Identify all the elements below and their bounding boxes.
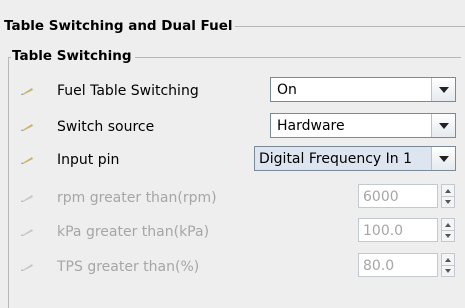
input-pin-label: Input pin — [57, 152, 120, 168]
switch-source-label: Switch source — [57, 119, 155, 135]
panel-title-divider — [235, 26, 465, 27]
fuel-table-switching-value: On — [277, 82, 297, 98]
rpm-greater-than-label: rpm greater than(rpm) — [57, 190, 217, 206]
chevron-down-icon[interactable] — [431, 78, 455, 101]
spinner-down-icon[interactable] — [442, 230, 454, 242]
chevron-down-icon[interactable] — [431, 147, 455, 170]
tps-greater-than-label: TPS greater than(%) — [57, 259, 200, 275]
switch-source-value: Hardware — [277, 118, 345, 134]
help-pencil-icon — [21, 195, 33, 202]
help-pencil-icon[interactable] — [20, 155, 34, 165]
tps-greater-than-value: 80.0 — [363, 258, 395, 274]
tps-spinner-buttons[interactable] — [441, 253, 455, 277]
spinner-up-icon[interactable] — [442, 219, 454, 230]
help-pencil-icon[interactable] — [20, 86, 34, 96]
spinner-down-icon[interactable] — [442, 265, 454, 277]
help-pencil-icon — [21, 229, 33, 236]
rpm-greater-than-value: 6000 — [363, 189, 399, 205]
setting-row-input-pin: Input pin Digital Frequency In 1 — [0, 146, 465, 176]
help-pencil-icon — [21, 264, 33, 271]
kpa-spinner-buttons[interactable] — [441, 218, 455, 242]
panel-title: Table Switching and Dual Fuel — [4, 18, 236, 34]
setting-row-kpa-greater-than: kPa greater than(kPa) 100.0 — [0, 218, 465, 248]
fuel-table-switching-label: Fuel Table Switching — [57, 83, 199, 99]
help-pencil-icon[interactable] — [20, 122, 34, 132]
switch-source-select[interactable]: Hardware — [270, 113, 456, 138]
spinner-up-icon[interactable] — [442, 185, 454, 196]
spinner-up-icon[interactable] — [442, 254, 454, 265]
rpm-spinner-buttons[interactable] — [441, 184, 455, 208]
setting-row-fuel-table-switching: Fuel Table Switching On — [0, 77, 465, 107]
setting-row-switch-source: Switch source Hardware — [0, 113, 465, 143]
setting-row-rpm-greater-than: rpm greater than(rpm) 6000 — [0, 184, 465, 214]
spinner-down-icon[interactable] — [442, 196, 454, 208]
section-title: Table Switching — [11, 48, 135, 64]
rpm-greater-than-input[interactable]: 6000 — [358, 184, 438, 208]
chevron-down-icon[interactable] — [431, 114, 455, 137]
input-pin-select[interactable]: Digital Frequency In 1 — [254, 146, 456, 171]
tps-greater-than-input[interactable]: 80.0 — [358, 253, 438, 277]
kpa-greater-than-input[interactable]: 100.0 — [358, 218, 438, 242]
input-pin-value: Digital Frequency In 1 — [259, 151, 412, 167]
fuel-table-switching-select[interactable]: On — [270, 77, 456, 102]
kpa-greater-than-label: kPa greater than(kPa) — [57, 224, 210, 240]
kpa-greater-than-value: 100.0 — [363, 223, 404, 239]
setting-row-tps-greater-than: TPS greater than(%) 80.0 — [0, 253, 465, 283]
